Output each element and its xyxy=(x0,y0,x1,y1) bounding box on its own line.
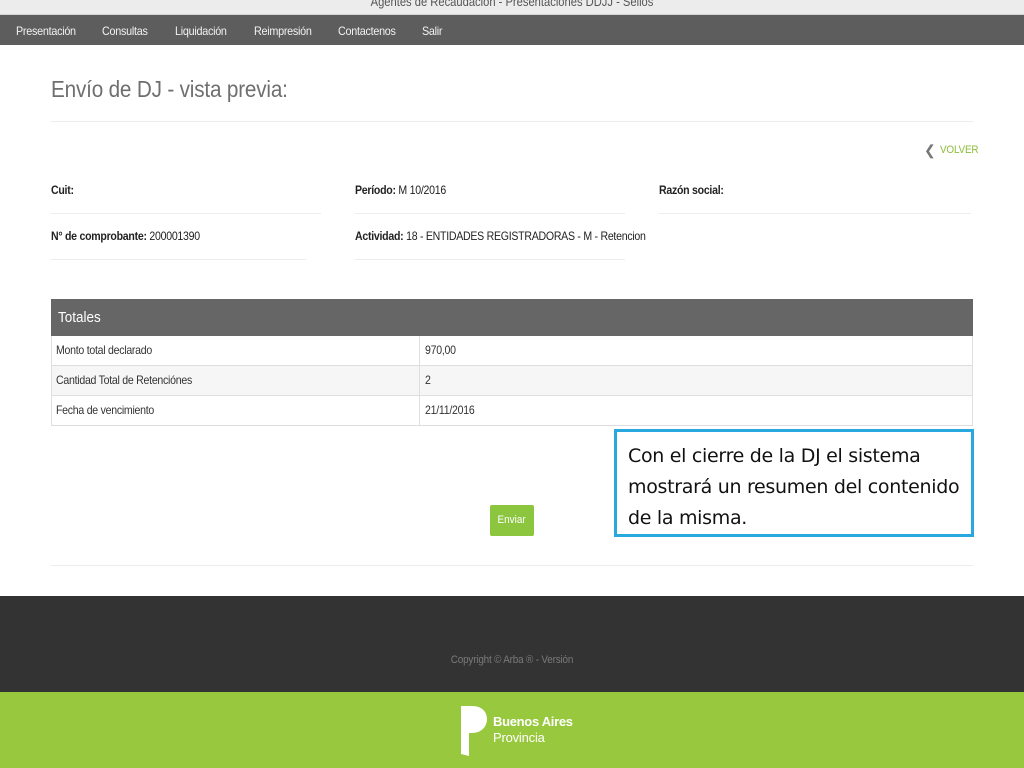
nav-item-consultas[interactable]: Consultas xyxy=(102,15,148,45)
field-periodo-value: M 10/2016 xyxy=(398,183,446,197)
submit-button[interactable]: Enviar xyxy=(490,505,534,536)
province-logo-icon xyxy=(461,706,487,756)
nav-item-liquidacion[interactable]: Liquidación xyxy=(175,15,227,45)
totals-title: Totales xyxy=(58,309,101,326)
back-label: VOLVER xyxy=(940,144,979,156)
buenos-aires-logo[interactable]: Buenos Aires Provincia xyxy=(458,704,573,758)
content-divider xyxy=(51,565,973,566)
submit-label: Enviar xyxy=(497,514,527,526)
nav-item-reimpresion[interactable]: Reimpresión xyxy=(254,15,312,45)
table-row: Fecha de vencimiento 21/11/2016 xyxy=(51,396,973,426)
field-comprobante-divider xyxy=(51,259,306,260)
nav-item-contactenos[interactable]: Contactenos xyxy=(338,15,396,45)
chevron-left-icon: ❮ xyxy=(924,142,936,158)
annotation-callout: Con el cierre de la DJ el sistema mostra… xyxy=(614,429,974,537)
field-periodo: Período: M 10/2016 xyxy=(355,183,446,197)
field-actividad: Actividad: 18 - ENTIDADES REGISTRADORAS … xyxy=(355,229,646,243)
nav-item-presentacion[interactable]: Presentación xyxy=(16,15,76,45)
table-cell-label: Fecha de vencimiento xyxy=(52,396,420,425)
title-divider xyxy=(51,121,973,122)
table-cell-value: 2 xyxy=(425,373,431,387)
field-comprobante-label: N° de comprobante: xyxy=(51,229,147,243)
table-row: Monto total declarado 970,00 xyxy=(51,336,973,366)
field-razon-social-divider xyxy=(659,213,971,214)
field-comprobante-value: 200001390 xyxy=(149,229,200,243)
field-periodo-label: Período: xyxy=(355,183,396,197)
totals-table-header: Totales xyxy=(51,299,973,336)
footer: Copyright © Arba ® - Versión xyxy=(0,596,1024,692)
field-actividad-label: Actividad: xyxy=(355,229,404,243)
field-actividad-value: 18 - ENTIDADES REGISTRADORAS - M - Reten… xyxy=(406,229,646,243)
totals-table: Totales Monto total declarado 970,00 Can… xyxy=(51,299,973,426)
table-cell-label: Monto total declarado xyxy=(52,336,420,365)
window-title: Agentes de Recaudación - Presentaciones … xyxy=(370,0,654,9)
logo-line-2: Provincia xyxy=(493,730,545,745)
field-comprobante: N° de comprobante: 200001390 xyxy=(51,229,200,243)
logo-line-1: Buenos Aires xyxy=(493,714,573,729)
field-cuit-divider xyxy=(51,213,321,214)
window-titlebar: Agentes de Recaudación - Presentaciones … xyxy=(0,0,1024,15)
field-cuit-label: Cuit: xyxy=(51,183,74,197)
main-nav: Presentación Consultas Liquidación Reimp… xyxy=(0,15,1024,45)
table-row: Cantidad Total de Retenciónes 2 xyxy=(51,366,973,396)
table-cell-value: 21/11/2016 xyxy=(425,403,475,417)
field-actividad-divider xyxy=(355,259,625,260)
field-razon-social: Razón social: xyxy=(659,183,724,197)
table-cell-label: Cantidad Total de Retenciónes xyxy=(52,366,420,395)
table-cell-value: 970,00 xyxy=(425,343,456,357)
footer-brand-bar: Buenos Aires Provincia xyxy=(0,692,1024,768)
field-periodo-divider xyxy=(355,213,625,214)
field-razon-social-label: Razón social: xyxy=(659,183,724,197)
field-cuit: Cuit: xyxy=(51,183,74,197)
copyright-text: Copyright © Arba ® - Versión xyxy=(450,654,574,666)
nav-item-salir[interactable]: Salir xyxy=(422,15,443,45)
page-title: Envío de DJ - vista previa: xyxy=(51,76,288,102)
